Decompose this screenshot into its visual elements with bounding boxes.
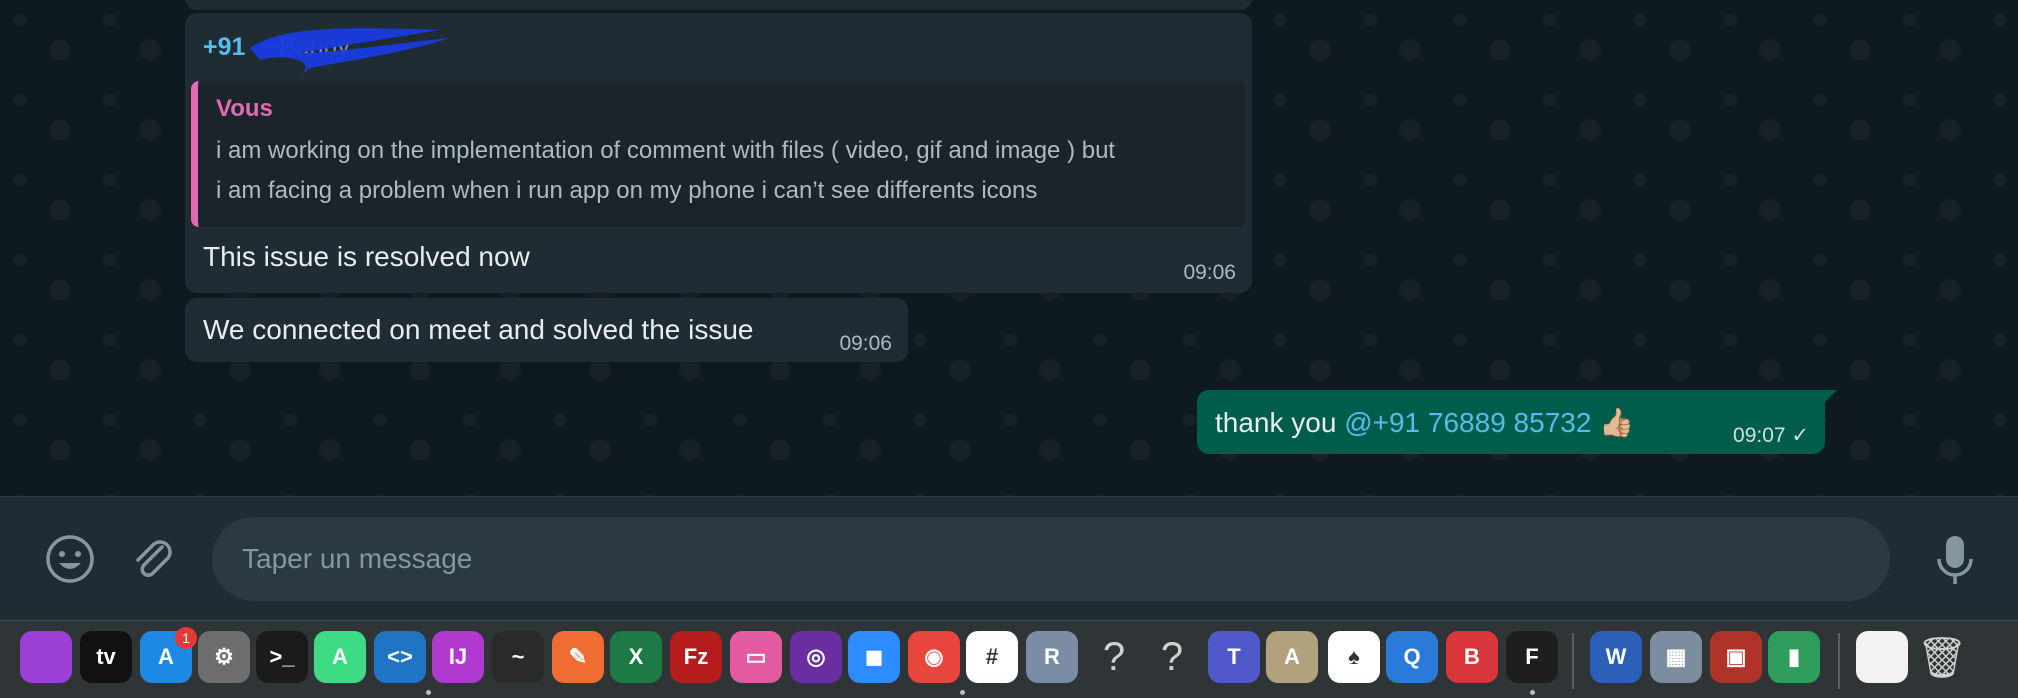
numbers-icon[interactable]: ▮ [1768, 631, 1820, 683]
xcode-instruments-icon[interactable]: A [1266, 631, 1318, 683]
documents-icon[interactable] [1856, 631, 1908, 683]
zoom-icon[interactable]: ◼ [848, 631, 900, 683]
photo-booth-icon[interactable]: ▣ [1710, 631, 1762, 683]
emoji-icon[interactable] [44, 533, 96, 585]
dock-separator [1572, 633, 1574, 689]
reply-message-bubble[interactable]: +91 ~Bunny Vous i am working on the impl… [185, 13, 1252, 293]
bubble-tail [1823, 390, 1837, 404]
running-indicator [960, 690, 965, 695]
filezilla-icon[interactable]: Fz [670, 631, 722, 683]
tor-icon[interactable]: ◎ [790, 631, 842, 683]
message-text: This issue is resolved now [203, 241, 530, 272]
terminal-icon[interactable]: >_ [256, 631, 308, 683]
macos-dock: tv A ⚙ >_ A <> IJ ~ ✎ X Fz ▭ ◎ ◼ ◉ # R?? T A ♠ Q B F W ▦ ▣ ▮ 🗑 1 [0, 620, 2018, 698]
quoted-author: Vous [216, 95, 273, 122]
message-input[interactable] [212, 517, 1890, 601]
quicktime-icon[interactable]: Q [1386, 631, 1438, 683]
message-text-plain: thank you [1215, 407, 1345, 438]
outgoing-message-bubble[interactable]: thank you @+91 76889 85732 👍🏼 09:07 ✓ [1197, 390, 1837, 454]
previous-message-bubble [185, 0, 1252, 10]
paperclip-icon[interactable] [128, 533, 178, 583]
redaction-scribble [250, 28, 450, 76]
chat-panel: +91 ~Bunny Vous i am working on the impl… [0, 0, 2018, 496]
system-preferences-icon[interactable]: ⚙ [198, 631, 250, 683]
intellij-icon[interactable]: IJ [432, 631, 484, 683]
preview-icon[interactable]: ▦ [1650, 631, 1702, 683]
bear-icon[interactable]: B [1446, 631, 1498, 683]
android-studio-icon[interactable]: A [314, 631, 366, 683]
message-text: We connected on meet and solved the issu… [203, 314, 754, 345]
vscode-icon[interactable]: <> [374, 631, 426, 683]
dock-separator [1838, 633, 1840, 689]
quoted-message[interactable]: Vous i am working on the implementation … [191, 81, 1246, 227]
quoted-text-line: i am working on the implementation of co… [216, 137, 1116, 164]
quoted-text-line: i am facing a problem when i run app on … [216, 177, 1038, 204]
microphone-icon[interactable] [1932, 533, 1978, 587]
unknown-1-icon[interactable]: ? [1088, 631, 1140, 683]
message-text: thank you @+91 76889 85732 👍🏼 [1215, 406, 1634, 439]
notification-badge: 1 [175, 627, 197, 649]
mongodb-icon[interactable]: ♠ [1328, 631, 1380, 683]
excel-icon[interactable]: X [610, 631, 662, 683]
activity-monitor-icon[interactable]: ~ [492, 631, 544, 683]
quoted-text: i am working on the implementation of co… [216, 131, 1228, 211]
message-time: 09:06 [839, 332, 892, 355]
rstudio-icon[interactable]: R [1026, 631, 1078, 683]
teams-icon[interactable]: T [1208, 631, 1260, 683]
running-indicator [1530, 690, 1535, 695]
mention-link[interactable]: @+91 76889 85732 [1344, 407, 1591, 438]
message-composer [0, 496, 2018, 620]
appletv-icon[interactable]: tv [80, 631, 132, 683]
chrome-icon[interactable]: ◉ [908, 631, 960, 683]
running-indicator [426, 690, 431, 695]
trash-icon[interactable]: 🗑 [1916, 631, 1968, 683]
cleanmymac-icon[interactable]: ▭ [730, 631, 782, 683]
thumbs-up-emoji: 👍🏼 [1599, 407, 1635, 438]
podcasts-icon[interactable] [20, 631, 72, 683]
figma-icon[interactable]: F [1506, 631, 1558, 683]
word-icon[interactable]: W [1590, 631, 1642, 683]
unknown-2-icon[interactable]: ? [1146, 631, 1198, 683]
message-time-status: 09:07 ✓ [1733, 424, 1809, 447]
incoming-message-bubble[interactable]: We connected on meet and solved the issu… [185, 298, 908, 362]
message-time: 09:06 [1183, 261, 1236, 284]
slack-icon[interactable]: # [966, 631, 1018, 683]
postman-icon[interactable]: ✎ [552, 631, 604, 683]
